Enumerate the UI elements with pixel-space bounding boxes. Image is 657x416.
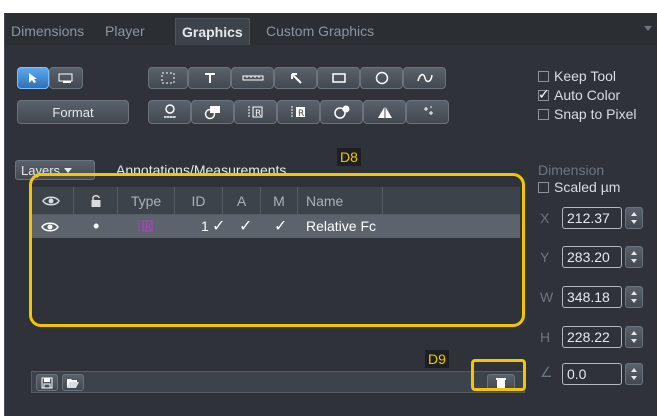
rectangle-icon bbox=[331, 73, 346, 83]
text-tool-button[interactable] bbox=[188, 67, 231, 89]
curve-tool-button[interactable] bbox=[403, 67, 446, 89]
circle-color-icon bbox=[333, 105, 349, 119]
chevron-down-icon bbox=[64, 167, 73, 173]
layers-bottom-bar bbox=[31, 371, 525, 393]
snap-to-pixel-label: Snap to Pixel bbox=[554, 106, 637, 122]
text-box-icon bbox=[58, 73, 73, 83]
y-value-input[interactable]: 283.20 bbox=[562, 246, 622, 268]
triangle-icon bbox=[377, 106, 392, 118]
angle-value-input[interactable]: 0.0 bbox=[562, 363, 622, 385]
rectangle-select-icon bbox=[161, 72, 175, 84]
tab-graphics[interactable]: Graphics bbox=[175, 18, 250, 45]
arrow-tool-button[interactable] bbox=[274, 67, 317, 89]
scale-bar-button[interactable] bbox=[231, 67, 274, 89]
w-spinner[interactable] bbox=[625, 286, 643, 308]
tab-menu-chevron-icon[interactable] bbox=[644, 26, 652, 31]
circle-tool-button[interactable] bbox=[360, 67, 403, 89]
h-value-input[interactable]: 228.22 bbox=[562, 326, 622, 348]
auto-color-option[interactable]: Auto Color bbox=[538, 86, 621, 103]
rectangle-tool-button[interactable] bbox=[317, 67, 360, 89]
scaled-um-option[interactable]: Scaled µm bbox=[538, 179, 620, 195]
scaled-um-checkbox[interactable] bbox=[538, 181, 549, 193]
object-marker-icon bbox=[204, 106, 220, 120]
format-button[interactable]: Format bbox=[17, 100, 129, 124]
frame-label-b-button[interactable]: R bbox=[277, 100, 320, 124]
frame-label-button[interactable]: R bbox=[234, 100, 277, 124]
save-icon bbox=[41, 377, 53, 388]
auto-color-label: Auto Color bbox=[554, 87, 621, 103]
tab-bar: Dimensions Player Graphics Custom Graphi… bbox=[5, 13, 657, 45]
h-label: H bbox=[540, 329, 551, 345]
curve-icon bbox=[416, 73, 433, 83]
frame-label-icon: R bbox=[248, 106, 262, 119]
graphics-panel: Dimensions Player Graphics Custom Graphi… bbox=[4, 13, 657, 416]
select-arrow-icon bbox=[29, 73, 37, 83]
x-spinner[interactable] bbox=[625, 207, 643, 229]
keep-tool-option[interactable]: Keep Tool bbox=[538, 68, 616, 84]
angle-label: ∠ bbox=[540, 364, 553, 380]
scale-marker-icon bbox=[163, 104, 176, 118]
svg-text:R: R bbox=[298, 109, 304, 119]
highlight-box-d8 bbox=[29, 173, 525, 327]
tab-dimensions[interactable]: Dimensions bbox=[5, 18, 90, 45]
rectangle-select-button[interactable] bbox=[148, 67, 188, 89]
text-t-icon bbox=[204, 73, 215, 83]
frame-label-b-icon: R bbox=[291, 106, 305, 119]
snap-to-pixel-checkbox[interactable] bbox=[538, 108, 549, 120]
save-layers-button[interactable] bbox=[36, 374, 58, 391]
x-value-input[interactable]: 212.37 bbox=[562, 207, 622, 229]
x-label: X bbox=[540, 210, 550, 226]
h-spinner[interactable] bbox=[625, 326, 643, 348]
scale-bar-icon bbox=[242, 75, 263, 81]
scale-marker-button[interactable] bbox=[148, 100, 191, 124]
tab-player[interactable]: Player bbox=[99, 18, 151, 45]
points-tool-button[interactable] bbox=[406, 100, 449, 124]
angle-spinner[interactable] bbox=[625, 363, 643, 385]
keep-tool-checkbox[interactable] bbox=[538, 70, 549, 82]
tab-custom-graphics[interactable]: Custom Graphics bbox=[260, 18, 380, 45]
dimension-header: Dimension bbox=[538, 162, 605, 178]
annotation-label-d8: D8 bbox=[337, 148, 361, 166]
triangle-tool-button[interactable] bbox=[363, 100, 406, 124]
circle-color-button[interactable] bbox=[320, 100, 363, 124]
svg-text:R: R bbox=[255, 109, 261, 119]
object-marker-button[interactable] bbox=[191, 100, 234, 124]
w-value-input[interactable]: 348.18 bbox=[562, 286, 622, 308]
y-spinner[interactable] bbox=[625, 246, 643, 268]
circle-icon bbox=[375, 71, 388, 85]
keep-tool-label: Keep Tool bbox=[554, 68, 617, 84]
text-box-button[interactable] bbox=[49, 67, 83, 89]
select-arrow-button[interactable] bbox=[17, 67, 49, 89]
highlight-box-d9 bbox=[471, 359, 526, 391]
y-label: Y bbox=[540, 249, 550, 265]
folder-open-icon bbox=[67, 378, 79, 388]
points-icon bbox=[423, 106, 433, 115]
open-layers-button[interactable] bbox=[62, 374, 84, 391]
arrow-icon bbox=[290, 73, 302, 84]
annotation-label-d9: D9 bbox=[425, 350, 449, 368]
scaled-um-label: Scaled µm bbox=[554, 179, 621, 195]
snap-to-pixel-option[interactable]: Snap to Pixel bbox=[538, 106, 637, 122]
auto-color-checkbox[interactable] bbox=[538, 86, 550, 103]
w-label: W bbox=[540, 289, 554, 305]
